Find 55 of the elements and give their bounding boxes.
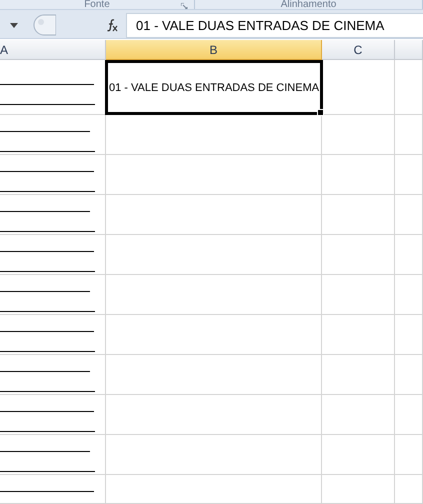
sheet-cell[interactable] <box>395 195 423 235</box>
sheet-cell[interactable] <box>395 115 423 155</box>
sheet-cell[interactable] <box>106 115 322 155</box>
sheet-cell[interactable] <box>322 355 395 395</box>
column-header[interactable] <box>395 40 423 60</box>
sheet-cell[interactable] <box>0 275 106 315</box>
sheet-cell[interactable] <box>395 395 423 435</box>
sheet-cell[interactable] <box>0 355 106 395</box>
sheet-cell[interactable] <box>322 60 395 115</box>
sheet-cell[interactable] <box>395 315 423 355</box>
sheet-cell[interactable] <box>322 395 395 435</box>
sheet-cell[interactable] <box>0 115 106 155</box>
sheet-cell[interactable] <box>106 315 322 355</box>
formula-input[interactable]: 01 - VALE DUAS ENTRADAS DE CINEMA <box>126 12 423 38</box>
sheet-cell[interactable] <box>106 235 322 275</box>
group-label: Alinhamento <box>280 0 336 9</box>
column-header[interactable]: B <box>106 40 322 60</box>
column-header[interactable]: C <box>322 40 395 60</box>
fill-handle[interactable] <box>317 109 324 116</box>
sheet-cell[interactable] <box>395 475 423 504</box>
sheet-cell[interactable] <box>106 275 322 315</box>
sheet-cell[interactable] <box>322 475 395 504</box>
sheet-cell[interactable] <box>0 475 106 504</box>
sheet-cell[interactable] <box>322 435 395 475</box>
group-label: Fonte <box>84 0 110 9</box>
sheet-cell[interactable] <box>106 355 322 395</box>
sheet-cell[interactable] <box>106 195 322 235</box>
sheet-cell[interactable] <box>322 235 395 275</box>
cell-text: 01 - VALE DUAS ENTRADAS DE CINEMA <box>109 82 320 94</box>
dialog-launcher-icon[interactable] <box>181 3 188 9</box>
sheet-cell[interactable] <box>395 235 423 275</box>
sheet-cell[interactable] <box>395 355 423 395</box>
sheet-cell[interactable] <box>106 435 322 475</box>
column-header[interactable]: A <box>0 40 106 60</box>
sheet-cell[interactable] <box>322 315 395 355</box>
sheet-cell[interactable] <box>0 155 106 195</box>
sheet-cell[interactable] <box>106 475 322 504</box>
sheet-cell[interactable] <box>0 315 106 355</box>
sheet-cell[interactable] <box>395 60 423 115</box>
sheet-cell[interactable] <box>322 275 395 315</box>
sheet-cell[interactable] <box>322 115 395 155</box>
sheet-cell[interactable] <box>106 395 322 435</box>
dropdown-caret-icon[interactable] <box>10 22 18 28</box>
sheet-cell[interactable] <box>0 195 106 235</box>
sheet-cell[interactable] <box>395 435 423 475</box>
sheet-cell[interactable] <box>322 155 395 195</box>
sheet-cell[interactable] <box>0 395 106 435</box>
sheet-cell[interactable] <box>395 275 423 315</box>
sheet-cell[interactable] <box>106 155 322 195</box>
sheet-cell[interactable] <box>395 155 423 195</box>
expand-handle-icon[interactable] <box>32 14 56 36</box>
sheet-cell[interactable] <box>322 195 395 235</box>
active-cell[interactable]: 01 - VALE DUAS ENTRADAS DE CINEMA <box>105 60 323 115</box>
sheet-cell[interactable] <box>0 235 106 275</box>
sheet-cell[interactable] <box>0 435 106 475</box>
